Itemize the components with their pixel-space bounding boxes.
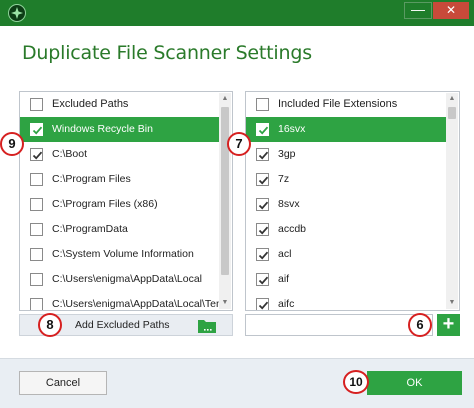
extensions-list[interactable]: Included File Extensions 16svx 3gp 7z 8svx a… (245, 91, 460, 311)
item-checkbox[interactable] (256, 123, 269, 136)
item-checkbox[interactable] (30, 298, 43, 310)
callout-8: 8 (38, 313, 62, 337)
dialog-title: Duplicate File Scanner Settings (22, 42, 312, 64)
item-checkbox[interactable] (256, 298, 269, 310)
list-item[interactable]: accdb (246, 217, 446, 242)
item-label: acl (278, 248, 292, 260)
item-checkbox[interactable] (30, 198, 43, 211)
item-label: C:\Program Files (x86) (52, 198, 158, 210)
scroll-thumb[interactable] (448, 107, 456, 119)
item-checkbox[interactable] (256, 248, 269, 261)
list-item[interactable]: C:\System Volume Information (20, 242, 220, 267)
window-titlebar: — ✕ (0, 0, 474, 26)
item-label: accdb (278, 223, 307, 235)
select-all-checkbox[interactable] (256, 98, 269, 111)
app-logo-icon (8, 4, 26, 22)
excluded-paths-list[interactable]: Excluded Paths Windows Recycle Bin C:\Boo… (19, 91, 233, 311)
extension-input[interactable] (245, 314, 433, 336)
item-checkbox[interactable] (30, 248, 43, 261)
item-label: 8svx (278, 198, 300, 210)
item-checkbox[interactable] (30, 148, 43, 161)
list-item[interactable]: 3gp (246, 142, 446, 167)
header-label: Included File Extensions (278, 98, 398, 110)
callout-6: 6 (408, 313, 432, 337)
item-checkbox[interactable] (30, 123, 43, 136)
item-label: C:\Program Files (52, 173, 131, 185)
item-checkbox[interactable] (30, 173, 43, 186)
item-checkbox[interactable] (256, 173, 269, 186)
item-label: 7z (278, 173, 290, 185)
list-item[interactable]: C:\Users\enigma\AppData\Local\Temp (20, 292, 220, 310)
item-checkbox[interactable] (30, 273, 43, 286)
item-label: aifc (278, 298, 295, 310)
list-item[interactable]: C:\Users\enigma\AppData\Local (20, 267, 220, 292)
close-button[interactable]: ✕ (433, 2, 469, 19)
list-item[interactable]: aifc (246, 292, 446, 310)
minimize-button[interactable]: — (404, 2, 432, 19)
callout-7: 7 (227, 132, 251, 156)
item-checkbox[interactable] (256, 223, 269, 236)
scroll-thumb[interactable] (221, 107, 229, 275)
callout-10: 10 (343, 370, 369, 394)
list-item[interactable]: C:\Program Files (20, 167, 220, 192)
scroll-down-icon[interactable]: ▼ (219, 297, 231, 309)
cancel-button[interactable]: Cancel (19, 371, 107, 395)
item-label: C:\Users\enigma\AppData\Local (52, 273, 202, 285)
list-item[interactable]: aif (246, 267, 446, 292)
item-label: C:\Boot (52, 148, 88, 160)
item-checkbox[interactable] (256, 148, 269, 161)
ok-button[interactable]: OK (367, 371, 462, 395)
scroll-up-icon[interactable]: ▲ (219, 93, 231, 105)
item-label: C:\Users\enigma\AppData\Local\Temp (52, 298, 220, 310)
scroll-down-icon[interactable]: ▼ (446, 297, 458, 309)
list-item[interactable]: C:\ProgramData (20, 217, 220, 242)
select-all-checkbox[interactable] (30, 98, 43, 111)
extensions-scrollbar[interactable]: ▲ ▼ (446, 93, 458, 309)
list-item[interactable]: Windows Recycle Bin (20, 117, 220, 142)
list-item[interactable]: 7z (246, 167, 446, 192)
item-label: Windows Recycle Bin (52, 123, 153, 135)
list-item[interactable]: acl (246, 242, 446, 267)
add-excluded-paths-label: Add Excluded Paths (75, 319, 170, 331)
item-label: 16svx (278, 123, 306, 135)
item-checkbox[interactable] (30, 223, 43, 236)
header-label: Excluded Paths (52, 98, 129, 110)
excluded-paths-header[interactable]: Excluded Paths (20, 92, 220, 117)
excluded-scrollbar[interactable]: ▲ ▼ (219, 93, 231, 309)
list-item[interactable]: 8svx (246, 192, 446, 217)
scroll-up-icon[interactable]: ▲ (446, 93, 458, 105)
add-extension-button[interactable]: + (437, 314, 460, 336)
list-item[interactable]: C:\Boot (20, 142, 220, 167)
extensions-header[interactable]: Included File Extensions (246, 92, 446, 117)
list-item[interactable]: C:\Program Files (x86) (20, 192, 220, 217)
item-checkbox[interactable] (256, 273, 269, 286)
item-label: C:\System Volume Information (52, 248, 194, 260)
list-item[interactable]: 16svx (246, 117, 446, 142)
item-checkbox[interactable] (256, 198, 269, 211)
item-label: aif (278, 273, 290, 285)
item-label: 3gp (278, 148, 296, 160)
callout-9: 9 (0, 132, 24, 156)
item-label: C:\ProgramData (52, 223, 128, 235)
folder-add-icon (198, 318, 216, 333)
